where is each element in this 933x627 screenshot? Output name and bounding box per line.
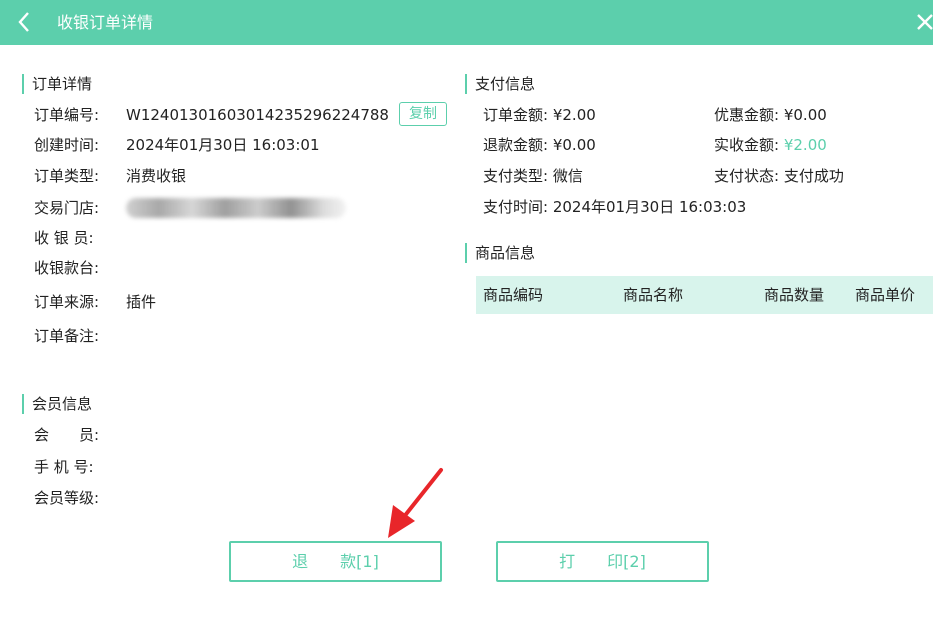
pay-status-label: 支付状态:: [714, 167, 780, 185]
refund-row: 退款金额: ¥0.00: [483, 133, 596, 157]
refund-button[interactable]: 退 款[1]: [229, 541, 442, 582]
pay-type-row: 支付类型: 微信: [483, 164, 583, 188]
refund-value: ¥0.00: [552, 136, 596, 154]
source-label: 订单来源:: [34, 293, 100, 311]
source-value-row: 插件: [126, 290, 156, 314]
store-label: 交易门店:: [34, 199, 100, 217]
pay-status-value: 支付成功: [783, 167, 844, 185]
chevron-left-icon: [18, 12, 29, 32]
discount-label: 优惠金额:: [714, 106, 780, 124]
phone-label: 手 机 号:: [34, 458, 94, 476]
type-value-row: 消费收银: [126, 164, 186, 188]
order-section-title: 订单详情: [22, 74, 92, 94]
order-no-row: 订单编号:: [34, 103, 99, 127]
type-label-row: 订单类型:: [34, 164, 99, 188]
back-button[interactable]: [10, 6, 38, 38]
member-section-title: 会员信息: [22, 394, 92, 414]
pay-time-label: 支付时间:: [483, 198, 549, 216]
cashier-label-row: 收 银 员:: [34, 226, 94, 250]
order-no-value-row: W124013016030142352962247​88: [126, 103, 389, 127]
level-label-row: 会员等级:: [34, 486, 99, 510]
actual-value: ¥2.00: [783, 136, 827, 154]
discount-row: 优惠金额: ¥0.00: [714, 103, 827, 127]
level-label: 会员等级:: [34, 489, 100, 507]
counter-label: 收银款台:: [34, 259, 100, 277]
created-label-row: 创建时间:: [34, 133, 99, 157]
remark-label: 订单备注:: [34, 327, 100, 345]
type-label: 订单类型:: [34, 167, 100, 185]
cashier-label: 收 银 员:: [34, 229, 94, 247]
goods-section-title: 商品信息: [465, 243, 535, 263]
source-value: 插件: [126, 293, 157, 311]
pay-time-value: 2024年01月30日 16:03:03: [552, 198, 747, 216]
actual-row: 实收金额: ¥2.00: [714, 133, 827, 157]
pay-type-label: 支付类型:: [483, 167, 549, 185]
pay-type-value: 微信: [552, 167, 583, 185]
pay-time-row: 支付时间: 2024年01月30日 16:03:03: [483, 195, 746, 219]
pay-status-row: 支付状态: 支付成功: [714, 164, 844, 188]
created-value: 2024年01月30日 16:03:01: [126, 136, 320, 154]
window-title: 收银订单详情: [57, 13, 154, 32]
goods-table-header: 商品编码 商品名称 商品数量 商品单价: [476, 276, 933, 314]
created-value-row: 2024年01月30日 16:03:01: [126, 133, 319, 157]
actual-label: 实收金额:: [714, 136, 780, 154]
counter-label-row: 收银款台:: [34, 256, 99, 280]
phone-label-row: 手 机 号:: [34, 455, 94, 479]
column-header-price: 商品单价: [855, 286, 916, 304]
order-amount-label: 订单金额:: [483, 106, 549, 124]
discount-value: ¥0.00: [783, 106, 827, 124]
order-amount-value: ¥2.00: [552, 106, 596, 124]
store-value-redacted: [126, 198, 346, 218]
close-icon: [917, 14, 933, 30]
remark-label-row: 订单备注:: [34, 324, 99, 348]
copy-button[interactable]: 复制: [399, 102, 447, 126]
payment-section-title: 支付信息: [465, 74, 535, 94]
member-label-row: 会 员:: [34, 423, 99, 447]
order-no-label: 订单编号:: [34, 106, 100, 124]
print-button[interactable]: 打 印[2]: [496, 541, 709, 582]
close-button[interactable]: [916, 6, 933, 38]
store-label-row: 交易门店:: [34, 196, 99, 220]
column-header-name: 商品名称: [623, 286, 684, 304]
title-bar: 收银订单详情: [0, 0, 933, 45]
column-header-quantity: 商品数量: [764, 286, 825, 304]
order-amount-row: 订单金额: ¥2.00: [483, 103, 596, 127]
refund-label: 退款金额:: [483, 136, 549, 154]
type-value: 消费收银: [126, 167, 187, 185]
source-label-row: 订单来源:: [34, 290, 99, 314]
created-label: 创建时间:: [34, 136, 100, 154]
member-label: 会 员:: [34, 426, 100, 444]
order-no-value: W124013016030142352962247​88: [126, 106, 389, 124]
column-header-code: 商品编码: [483, 286, 544, 304]
